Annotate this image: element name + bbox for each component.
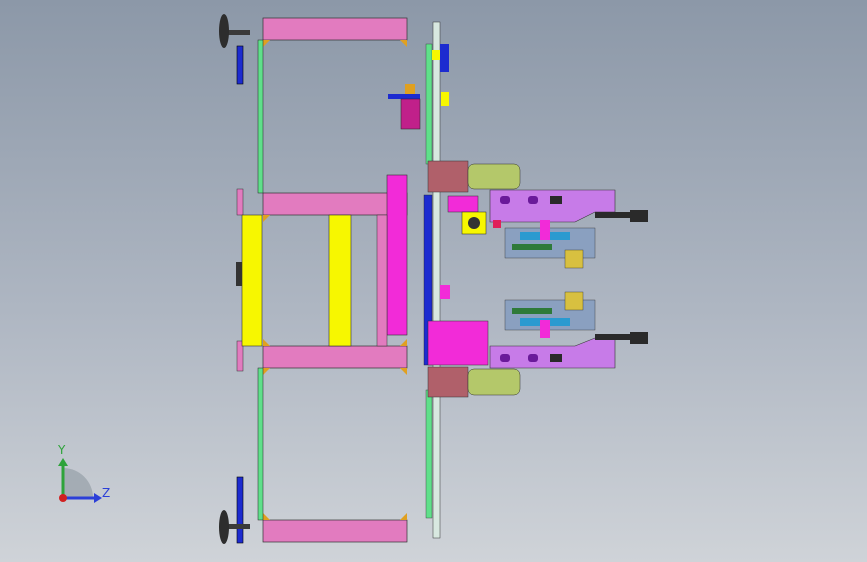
y-axis-label: Y xyxy=(58,443,66,457)
center-yellow-blocks[interactable] xyxy=(236,214,352,347)
cad-viewport[interactable]: Y Z xyxy=(0,0,867,562)
lower-gripper[interactable] xyxy=(504,291,596,338)
lower-arm[interactable] xyxy=(489,332,648,369)
upper-drive[interactable] xyxy=(427,160,521,193)
motor[interactable] xyxy=(388,84,421,130)
bottom-handwheel[interactable] xyxy=(219,476,250,544)
top-handwheel[interactable] xyxy=(219,14,250,85)
central-column[interactable] xyxy=(423,21,450,539)
upper-arm[interactable] xyxy=(461,189,648,235)
machine-assembly-drawing[interactable] xyxy=(0,0,867,562)
coordinate-triad xyxy=(58,458,102,503)
z-axis-label: Z xyxy=(102,486,111,500)
red-marker xyxy=(493,220,501,228)
lower-drive[interactable] xyxy=(427,366,521,398)
upper-gripper[interactable] xyxy=(504,220,596,269)
